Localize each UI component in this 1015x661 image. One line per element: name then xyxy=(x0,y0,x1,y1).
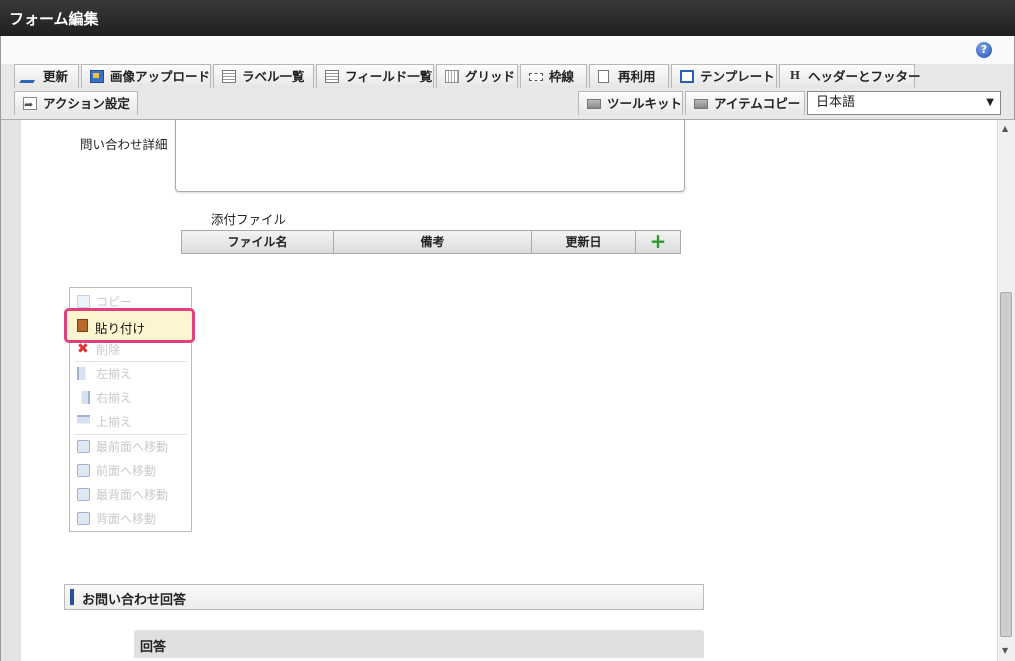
action-settings-button[interactable]: アクション設定 xyxy=(14,91,138,116)
paste-icon xyxy=(77,319,88,332)
section-accent-bar xyxy=(70,589,74,605)
help-icon[interactable]: ? xyxy=(976,42,992,58)
scrollbar-thumb[interactable] xyxy=(1000,292,1012,637)
h-icon: H xyxy=(789,69,801,82)
item-copy-label: アイテムコピー xyxy=(714,96,801,111)
language-value: 日本語 xyxy=(816,95,856,110)
bring-to-front-label: 最前面へ移動 xyxy=(96,440,169,454)
window-title: フォーム編集 xyxy=(9,10,99,28)
paste-label: 貼り付け xyxy=(95,321,146,336)
align-left-label: 左揃え xyxy=(96,367,133,381)
send-to-back-icon xyxy=(77,488,90,501)
inquiry-detail-textarea[interactable] xyxy=(175,120,685,192)
attachment-table-header: ファイル名 備考 更新日 + xyxy=(181,229,681,254)
bring-forward-label: 前面へ移動 xyxy=(96,464,157,478)
context-menu-bring-to-front: 最前面へ移動 xyxy=(70,435,191,459)
scroll-down-icon[interactable]: ▼ xyxy=(1002,646,1008,655)
list-icon xyxy=(325,70,339,83)
update-label: 更新 xyxy=(43,69,69,84)
section-header: お問い合わせ回答 xyxy=(64,584,704,610)
document-icon xyxy=(598,70,609,83)
label-list-button[interactable]: ラベル一覧 xyxy=(213,64,314,88)
context-menu-send-backward: 背面へ移動 xyxy=(70,507,191,531)
context-menu-align-left: 左揃え xyxy=(70,362,191,386)
toolkit-label: ツールキット xyxy=(607,96,683,111)
list-icon xyxy=(222,70,236,83)
align-right-icon xyxy=(77,391,90,404)
item-copy-button[interactable]: アイテムコピー xyxy=(685,91,805,115)
share-arrow-icon xyxy=(23,93,37,116)
grid-button[interactable]: グリッド xyxy=(436,64,518,88)
send-backward-icon xyxy=(77,512,90,525)
template-button[interactable]: テンプレート xyxy=(671,64,777,88)
vertical-scrollbar[interactable]: ▲ ▼ xyxy=(997,120,1015,661)
column-header-filename: ファイル名 xyxy=(182,231,334,253)
grid-label: グリッド xyxy=(465,69,516,84)
align-left-icon xyxy=(77,367,90,380)
language-select[interactable]: 日本語 ▼ xyxy=(807,91,1001,115)
chevron-down-icon: ▼ xyxy=(986,97,994,108)
toolbox-icon xyxy=(587,99,601,109)
send-to-back-label: 最背面へ移動 xyxy=(96,488,169,502)
help-bar: ? xyxy=(0,36,1015,64)
scroll-up-icon[interactable]: ▲ xyxy=(1002,124,1008,133)
header-footer-label: ヘッダーとフッター xyxy=(808,69,921,84)
field-list-button[interactable]: フィールド一覧 xyxy=(316,64,434,88)
image-icon xyxy=(90,70,104,83)
attachment-label: 添付ファイル xyxy=(211,212,287,227)
toolkit-button[interactable]: ツールキット xyxy=(578,91,683,115)
copy-icon xyxy=(77,295,90,308)
image-upload-button[interactable]: 画像アップロード xyxy=(81,64,211,88)
context-menu-align-right: 右揃え xyxy=(70,386,191,410)
align-right-label: 右揃え xyxy=(96,391,133,405)
reuse-button[interactable]: 再利用 xyxy=(589,64,669,88)
inquiry-detail-label: 問い合わせ詳細 xyxy=(80,137,168,152)
field-list-label: フィールド一覧 xyxy=(345,69,433,84)
context-menu-align-top: 上揃え xyxy=(70,410,191,434)
context-menu-bring-forward: 前面へ移動 xyxy=(70,459,191,483)
toolbox-icon xyxy=(694,99,708,109)
header-footer-button[interactable]: H ヘッダーとフッター xyxy=(779,64,921,88)
pencil-icon xyxy=(19,70,41,83)
send-backward-label: 背面へ移動 xyxy=(96,512,157,526)
frame-icon xyxy=(529,73,543,81)
section-title: お問い合わせ回答 xyxy=(82,593,187,608)
window-titlebar: フォーム編集 xyxy=(0,0,1015,36)
label-list-label: ラベル一覧 xyxy=(242,69,305,84)
bring-to-front-icon xyxy=(77,440,90,453)
column-header-updated: 更新日 xyxy=(532,231,636,253)
add-attachment-icon[interactable]: + xyxy=(636,229,680,253)
update-button[interactable]: 更新 xyxy=(14,64,79,88)
template-label: テンプレート xyxy=(700,69,775,84)
action-settings-label: アクション設定 xyxy=(43,96,130,111)
context-menu-paste[interactable]: 貼り付け xyxy=(64,308,195,343)
image-upload-label: 画像アップロード xyxy=(110,69,211,84)
align-top-label: 上揃え xyxy=(96,415,133,429)
align-top-icon xyxy=(77,415,90,428)
frame-label: 枠線 xyxy=(549,69,575,84)
context-menu-send-to-back: 最背面へ移動 xyxy=(70,483,191,507)
answer-field-header: 回答 xyxy=(134,630,704,658)
bring-forward-icon xyxy=(77,464,90,477)
delete-icon: ✖ xyxy=(77,341,89,357)
frame-button[interactable]: 枠線 xyxy=(520,64,587,88)
reuse-label: 再利用 xyxy=(618,69,656,84)
template-icon xyxy=(680,70,694,83)
grid-icon xyxy=(445,70,459,83)
answer-label: 回答 xyxy=(140,640,167,655)
column-header-note: 備考 xyxy=(334,231,532,253)
